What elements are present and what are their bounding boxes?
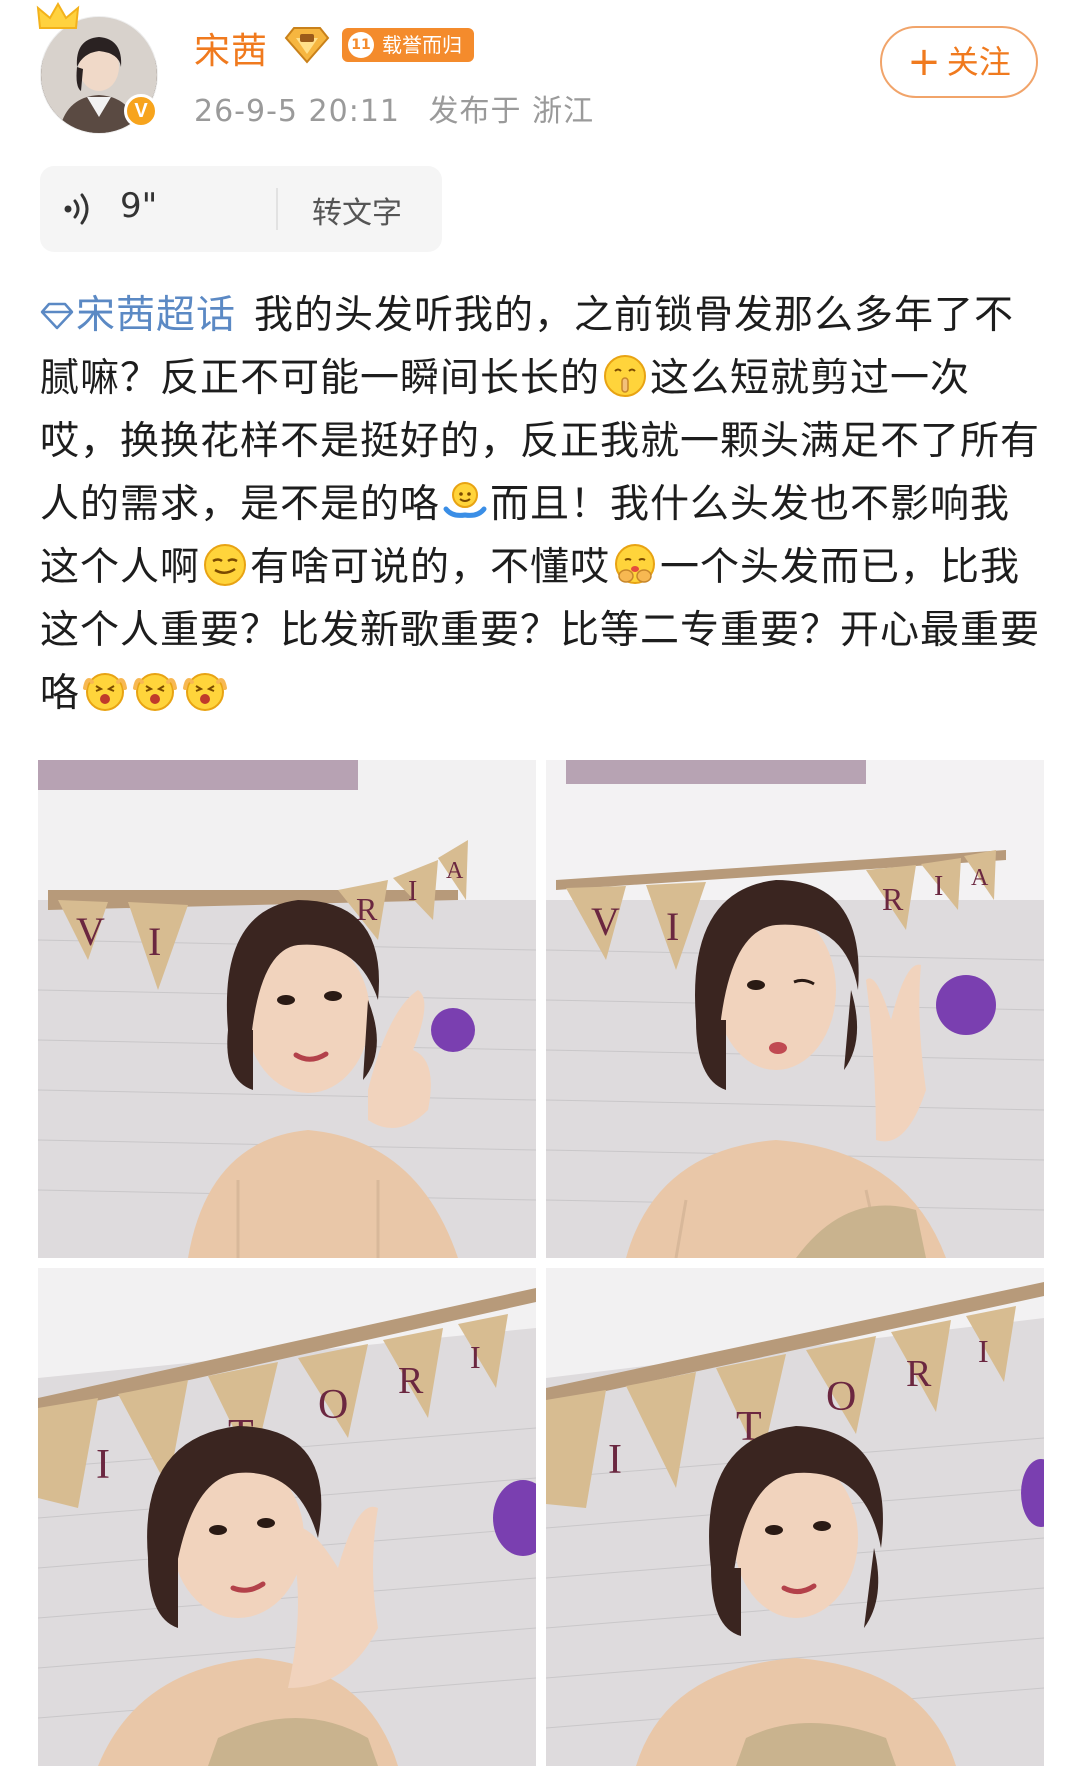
banner-letter: V	[591, 899, 620, 944]
diamond-topic-icon	[40, 302, 74, 330]
photo-4-image: I T O R I	[546, 1268, 1044, 1766]
honor-level: 11	[348, 32, 374, 58]
transcribe-button[interactable]: 转文字	[312, 188, 402, 232]
shush-emoji-icon	[604, 355, 647, 397]
banner-letter: V	[76, 909, 105, 954]
author-name[interactable]: 宋茜	[194, 22, 268, 74]
vip-member-icon[interactable]	[282, 24, 332, 64]
banner-letter: I	[148, 919, 161, 964]
cheer-emoji-icon	[183, 673, 228, 711]
sound-wave-icon	[64, 193, 89, 225]
post-content: 宋茜超话 我的头发听我的，之前锁骨发那么多年了不腻嘛？反正不可能一瞬间长长的 这么短…	[40, 284, 1040, 725]
post-header: V 宋茜 11 载誉而归 26-9-5 20:11 发布于 浙江 + 关注	[0, 0, 1080, 140]
author-avatar[interactable]: V	[36, 2, 158, 134]
honor-badge[interactable]: 11 载誉而归	[342, 28, 474, 62]
topic-label: 宋茜超话	[76, 293, 237, 338]
hug-emoji-icon	[615, 544, 656, 584]
photo-2[interactable]: V I R I A	[546, 760, 1044, 1258]
banner-letter: A	[971, 865, 989, 891]
photo-3-image: I T O R I	[38, 1268, 536, 1766]
banner-letter: I	[666, 904, 679, 949]
banner-letter: I	[978, 1333, 989, 1369]
photo-1[interactable]: V I R I A	[38, 760, 536, 1258]
post-text-4: 有啥可说的，不懂哎	[250, 545, 611, 590]
banner-letter: O	[318, 1382, 348, 1428]
shrug-emoji-icon	[443, 482, 487, 518]
cheer-emoji-icon	[83, 673, 128, 711]
plus-icon: +	[907, 39, 941, 85]
banner-letter: I	[96, 1442, 110, 1488]
banner-letter: I	[408, 876, 417, 907]
verified-v-icon: V	[124, 94, 158, 128]
post-timestamp: 26-9-5 20:11	[194, 94, 400, 129]
banner-letter: O	[826, 1374, 856, 1420]
banner-letter: R	[882, 881, 904, 917]
banner-letter: R	[906, 1353, 932, 1395]
crown-icon	[36, 2, 80, 29]
photo-3[interactable]: I T O R I	[38, 1268, 536, 1766]
photo-4[interactable]: I T O R I	[546, 1268, 1044, 1766]
honor-label: 载誉而归	[382, 33, 462, 57]
voice-divider	[276, 188, 278, 230]
voice-message[interactable]: 9" 转文字	[40, 166, 442, 252]
photo-1-image: V I R I A	[38, 760, 536, 1258]
photo-2-image: V I R I A	[546, 760, 1044, 1258]
banner-letter: R	[398, 1360, 424, 1402]
cheer-emoji-icon	[133, 673, 178, 711]
banner-letter: I	[470, 1339, 481, 1375]
photo-grid: V I R I A V I R I A I O R I I T O R I	[38, 760, 1044, 1766]
topic-link[interactable]: 宋茜超话	[40, 293, 236, 338]
follow-button[interactable]: + 关注	[880, 26, 1038, 98]
post-location: 发布于 浙江	[428, 94, 595, 129]
post-meta: 26-9-5 20:11 发布于 浙江	[194, 86, 594, 130]
banner-letter: I	[608, 1437, 622, 1483]
follow-label: 关注	[946, 43, 1011, 81]
smirk-emoji-icon	[204, 544, 247, 586]
voice-duration: 9"	[120, 186, 158, 226]
banner-letter: A	[446, 858, 464, 884]
banner-letter: I	[934, 871, 943, 902]
